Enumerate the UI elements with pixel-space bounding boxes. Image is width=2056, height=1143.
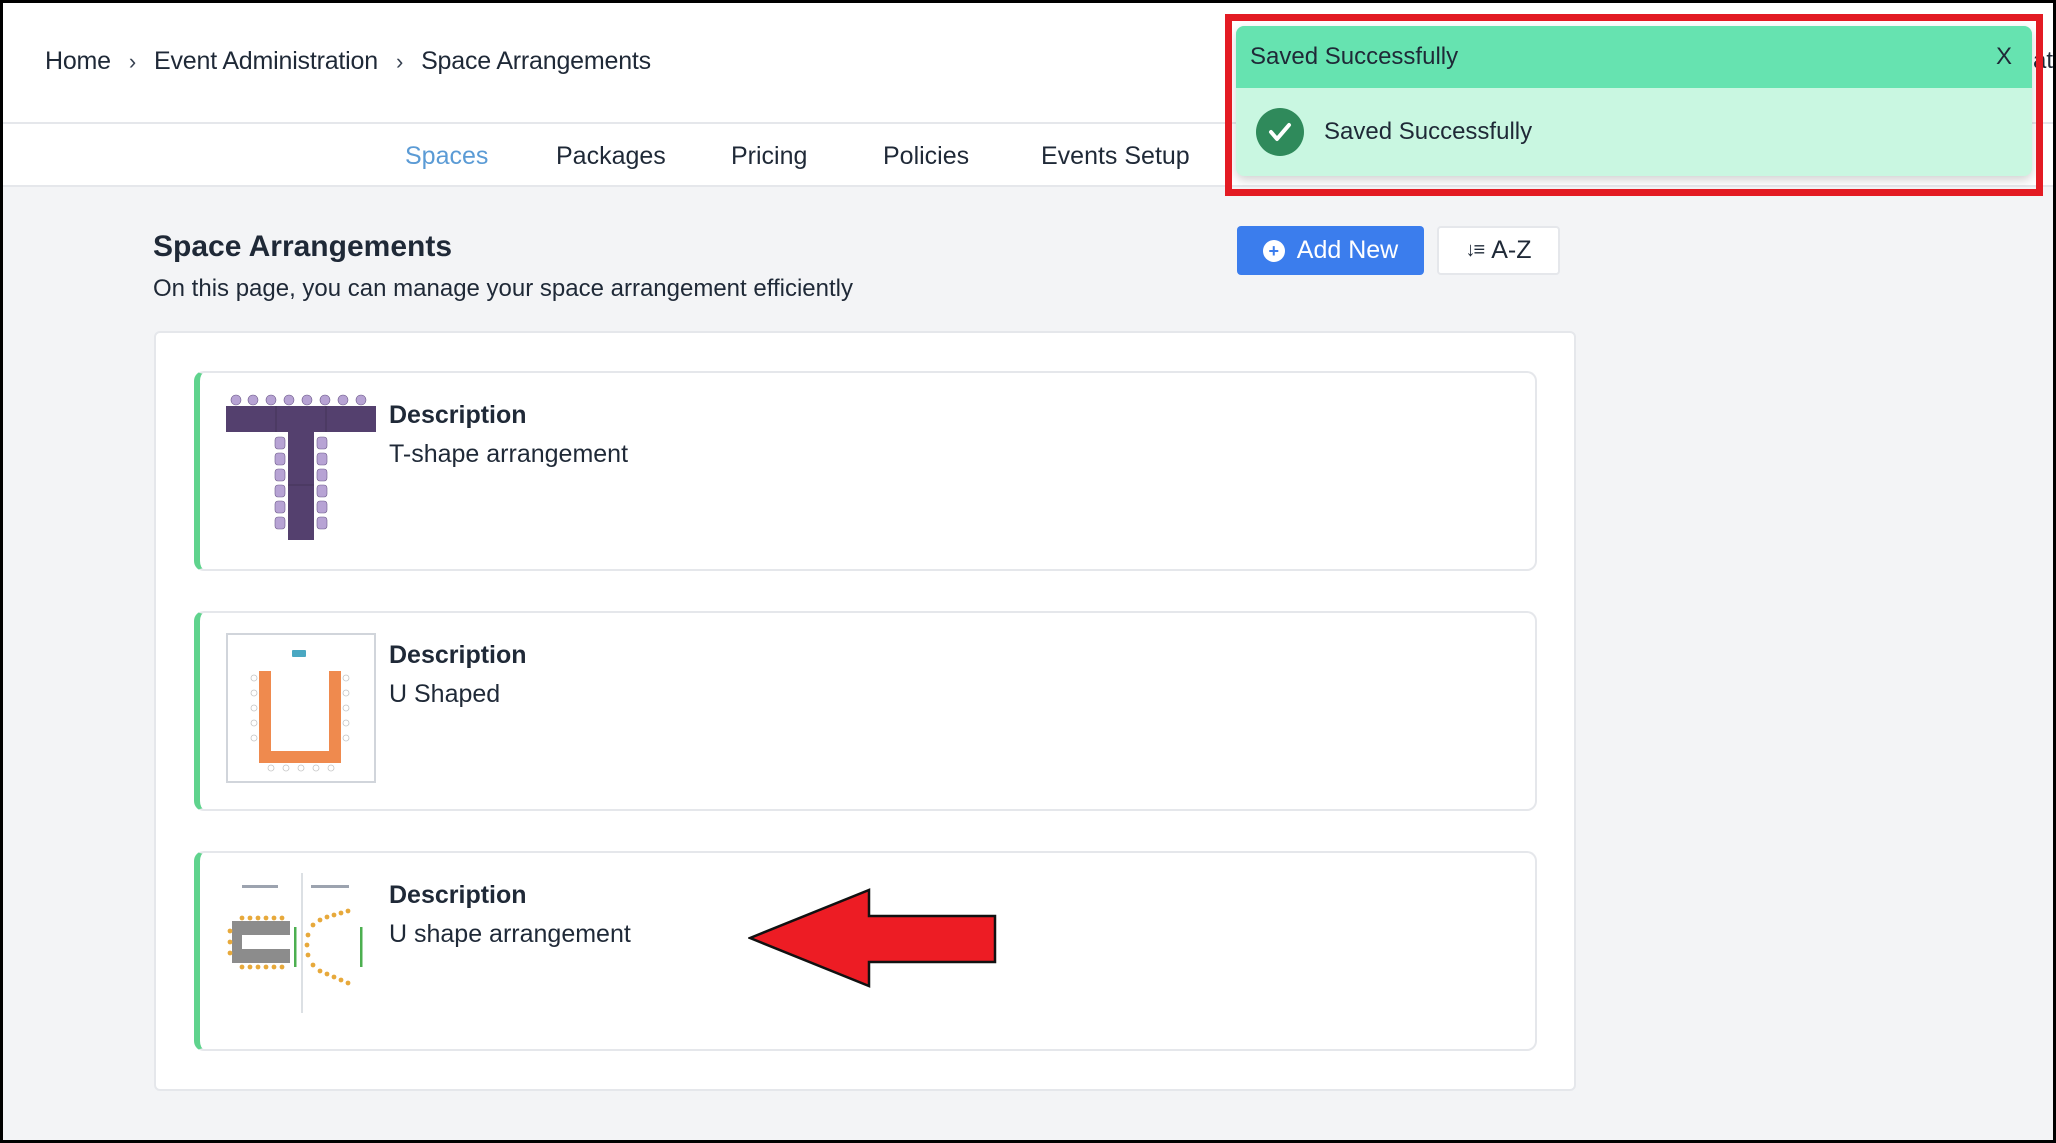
arrangement-card[interactable]: Description U Shaped: [194, 611, 1537, 811]
add-new-button[interactable]: + Add New: [1237, 226, 1424, 275]
toast-title: Saved Successfully: [1250, 43, 1459, 70]
description-label: Description: [389, 401, 527, 429]
success-toast: Saved Successfully X Saved Successfully: [1236, 26, 2032, 176]
breadcrumb-space-arrangements: Space Arrangements: [421, 47, 651, 75]
tab-packages[interactable]: Packages: [556, 142, 666, 171]
u-shape-seating-diagram-thumbnail: [227, 873, 363, 1013]
page-title: Space Arrangements: [153, 230, 453, 263]
toast-header: Saved Successfully X: [1236, 26, 2032, 88]
app-window: Home › Event Administration › Space Arra…: [3, 3, 2053, 1140]
t-shape-layout-thumbnail: [226, 394, 376, 540]
description-label: Description: [389, 881, 527, 909]
red-arrow-annotation: [748, 888, 997, 988]
description-label: Description: [389, 641, 527, 669]
chevron-right-icon: ›: [395, 48, 404, 74]
tab-spaces[interactable]: Spaces: [405, 142, 488, 171]
description-value: T-shape arrangement: [389, 440, 629, 468]
description-value: U shape arrangement: [389, 920, 631, 948]
page-subtitle: On this page, you can manage your space …: [153, 275, 853, 302]
breadcrumb: Home › Event Administration › Space Arra…: [45, 47, 651, 76]
description-value: U Shaped: [389, 680, 501, 708]
chevron-right-icon: ›: [128, 48, 137, 74]
tab-pricing[interactable]: Pricing: [731, 142, 807, 171]
sort-descending-icon: ↓≡: [1465, 239, 1486, 261]
header-partial-text: at: [2033, 47, 2053, 74]
tab-events-setup[interactable]: Events Setup: [1041, 142, 1190, 171]
u-shape-layout-thumbnail: [226, 633, 376, 783]
add-new-label: Add New: [1296, 236, 1399, 264]
arrangement-card[interactable]: Description T-shape arrangement: [194, 371, 1537, 571]
breadcrumb-home[interactable]: Home: [45, 47, 111, 76]
close-icon[interactable]: X: [1990, 43, 2018, 71]
sort-az-button[interactable]: ↓≡ A-Z: [1437, 226, 1560, 275]
tab-policies[interactable]: Policies: [883, 142, 969, 171]
sort-label: A-Z: [1491, 236, 1532, 264]
breadcrumb-event-administration[interactable]: Event Administration: [154, 47, 378, 76]
check-circle-icon: [1256, 108, 1304, 156]
plus-circle-icon: +: [1262, 239, 1285, 262]
toast-body: Saved Successfully: [1236, 88, 2032, 176]
toast-message: Saved Successfully: [1324, 118, 1533, 145]
